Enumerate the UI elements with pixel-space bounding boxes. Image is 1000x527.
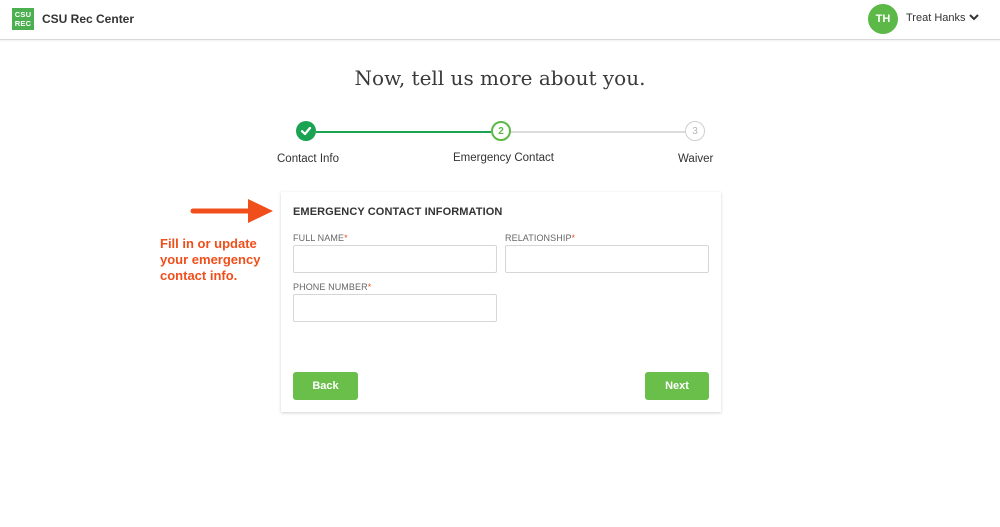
step-3-label: Waiver <box>678 153 714 165</box>
relationship-label: RELATIONSHIP* <box>505 233 575 243</box>
required-marker: * <box>367 282 372 292</box>
app-title[interactable]: CSU Rec Center <box>42 12 134 26</box>
chevron-down-icon[interactable] <box>968 11 980 23</box>
phone-number-input[interactable] <box>293 294 497 322</box>
required-marker: * <box>344 233 348 243</box>
step-2-indicator: 2 <box>491 121 511 141</box>
step-1-label: Contact Info <box>277 153 340 165</box>
back-button[interactable]: Back <box>293 372 358 400</box>
annotation-callout: Fill in or update your emergency contact… <box>160 236 261 283</box>
user-name[interactable]: Treat Hanks <box>906 12 966 24</box>
page-heading: Now, tell us more about you. <box>354 66 646 90</box>
arrow-right-icon <box>190 199 273 223</box>
logo-line-2: REC <box>14 19 32 28</box>
step-connector-complete <box>316 131 491 133</box>
step-1-indicator <box>296 121 316 141</box>
full-name-label: FULL NAME* <box>293 233 348 243</box>
user-avatar[interactable]: TH <box>868 4 898 34</box>
form-title: EMERGENCY CONTACT INFORMATION <box>293 206 503 218</box>
relationship-input[interactable] <box>505 245 709 273</box>
step-2-label: Emergency Contact <box>453 152 554 164</box>
required-marker: * <box>571 233 576 243</box>
phone-number-label: PHONE NUMBER* <box>293 282 371 292</box>
full-name-input[interactable] <box>293 245 497 273</box>
logo-line-1: CSU <box>14 10 32 19</box>
step-connector-pending <box>510 131 686 133</box>
csu-rec-logo[interactable]: CSU REC <box>12 8 34 30</box>
step-3-indicator: 3 <box>685 121 705 141</box>
full-name-label-text: FULL NAME <box>293 233 345 243</box>
top-bar: CSU REC CSU Rec Center TH Treat Hanks <box>0 0 1000 40</box>
relationship-label-text: RELATIONSHIP <box>505 233 572 243</box>
next-button[interactable]: Next <box>645 372 709 400</box>
check-icon <box>300 126 312 136</box>
phone-number-label-text: PHONE NUMBER <box>293 282 368 292</box>
emergency-contact-card: EMERGENCY CONTACT INFORMATION FULL NAME*… <box>281 192 721 412</box>
